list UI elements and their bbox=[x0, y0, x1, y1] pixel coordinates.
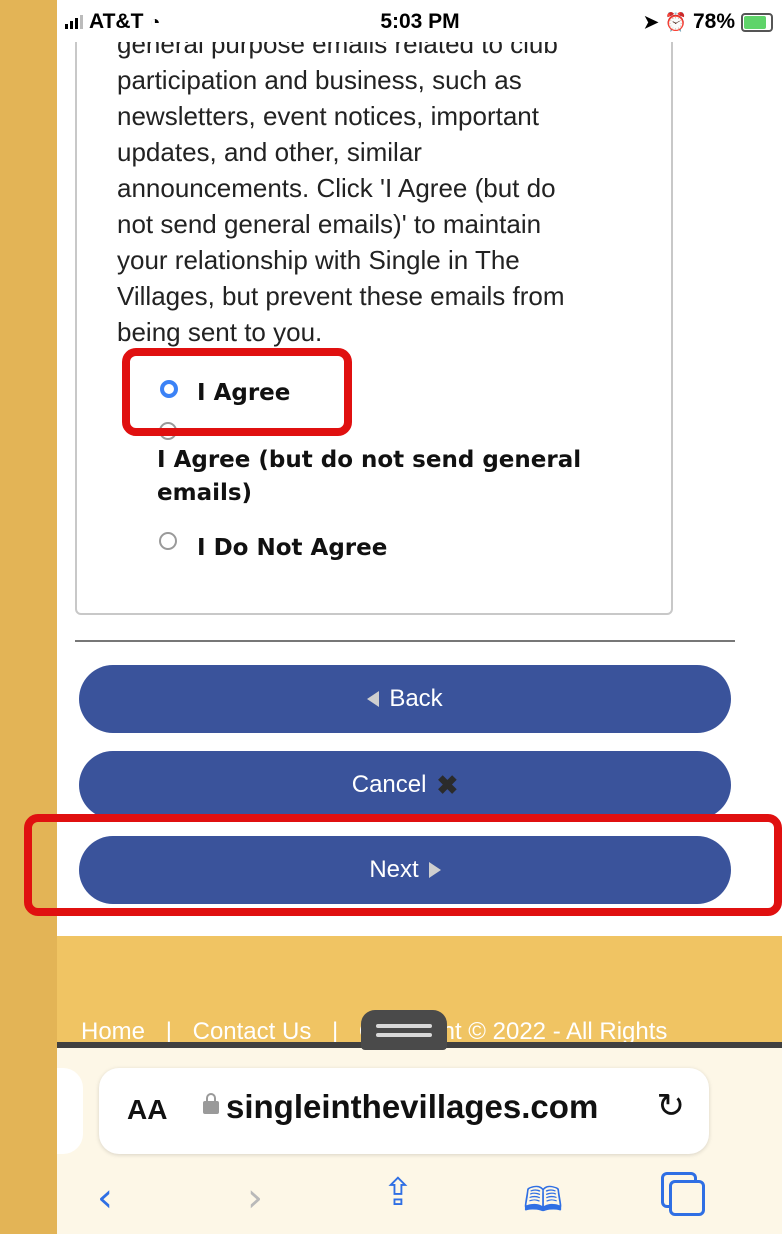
radio-i-do-not-agree[interactable] bbox=[159, 532, 177, 550]
battery-icon bbox=[741, 12, 773, 32]
option-i-agree-no-emails-label[interactable]: I Agree (but do not send general emails) bbox=[157, 444, 581, 510]
back-button[interactable]: Back bbox=[79, 665, 731, 733]
url-domain[interactable]: singleinthevillages.com bbox=[226, 1088, 598, 1126]
highlight-next bbox=[24, 814, 782, 916]
footer-home-link[interactable]: Home bbox=[81, 1018, 145, 1045]
option-label-line: emails) bbox=[157, 480, 253, 506]
divider bbox=[75, 640, 735, 642]
terms-line: newsletters, event notices, important bbox=[117, 101, 539, 131]
share-icon[interactable]: ⇪ bbox=[382, 1170, 414, 1214]
option-label-line: I Agree (but do not send general bbox=[157, 447, 582, 473]
address-bar[interactable]: AA singleinthevillages.com ↻ bbox=[99, 1068, 709, 1154]
terms-line: participation and business, such as bbox=[117, 65, 522, 95]
back-label: Back bbox=[389, 685, 443, 712]
terms-line: announcements. Click 'I Agree (but do bbox=[117, 173, 556, 203]
tabs-icon[interactable] bbox=[669, 1180, 705, 1216]
back-nav-icon[interactable]: ‹ bbox=[97, 1175, 113, 1221]
location-icon: ➤ bbox=[643, 11, 659, 32]
terms-line: not send general emails)' to maintain bbox=[117, 209, 542, 239]
reload-icon[interactable]: ↻ bbox=[657, 1086, 686, 1126]
highlight-i-agree bbox=[122, 348, 352, 436]
alarm-icon: ⏰ bbox=[664, 11, 687, 32]
forward-nav-icon[interactable]: › bbox=[247, 1175, 263, 1221]
terms-line: updates, and other, similar bbox=[117, 137, 422, 167]
footer-separator: | bbox=[165, 1018, 172, 1045]
triangle-left-icon bbox=[367, 691, 380, 707]
terms-text: general purpose emails related to club p… bbox=[117, 26, 617, 350]
terms-panel[interactable]: general purpose emails related to club p… bbox=[75, 0, 673, 615]
footer-separator: | bbox=[332, 1018, 339, 1045]
book-icon[interactable]: 🕮 bbox=[523, 1176, 563, 1233]
drag-handle-icon[interactable] bbox=[361, 1010, 447, 1050]
previous-tab-preview[interactable] bbox=[57, 1068, 83, 1154]
terms-line: your relationship with Single in The bbox=[117, 245, 520, 275]
lock-icon bbox=[203, 1093, 219, 1114]
battery-percent: 78% bbox=[692, 10, 735, 33]
option-i-do-not-agree-label[interactable]: I Do Not Agree bbox=[197, 535, 387, 561]
status-right: ➤ ⏰ 78% bbox=[643, 10, 773, 34]
terms-line: Villages, but prevent these emails from bbox=[117, 281, 565, 311]
text-size-button[interactable]: AA bbox=[127, 1094, 167, 1126]
footer-contact-link[interactable]: Contact Us bbox=[193, 1018, 312, 1045]
cancel-button[interactable]: Cancel ✖ bbox=[79, 751, 731, 819]
status-bar: AT&T ◔ 5:03 PM ➤ ⏰ 78% bbox=[57, 0, 782, 42]
cancel-label: Cancel bbox=[351, 771, 427, 798]
browser-toolbar: AA singleinthevillages.com ↻ ‹ › ⇪ 🕮 bbox=[57, 1042, 782, 1234]
x-icon: ✖ bbox=[436, 769, 459, 800]
phone-screen: AT&T ◔ 5:03 PM ➤ ⏰ 78% general purpose e… bbox=[57, 0, 782, 1234]
terms-line: being sent to you. bbox=[117, 317, 323, 347]
